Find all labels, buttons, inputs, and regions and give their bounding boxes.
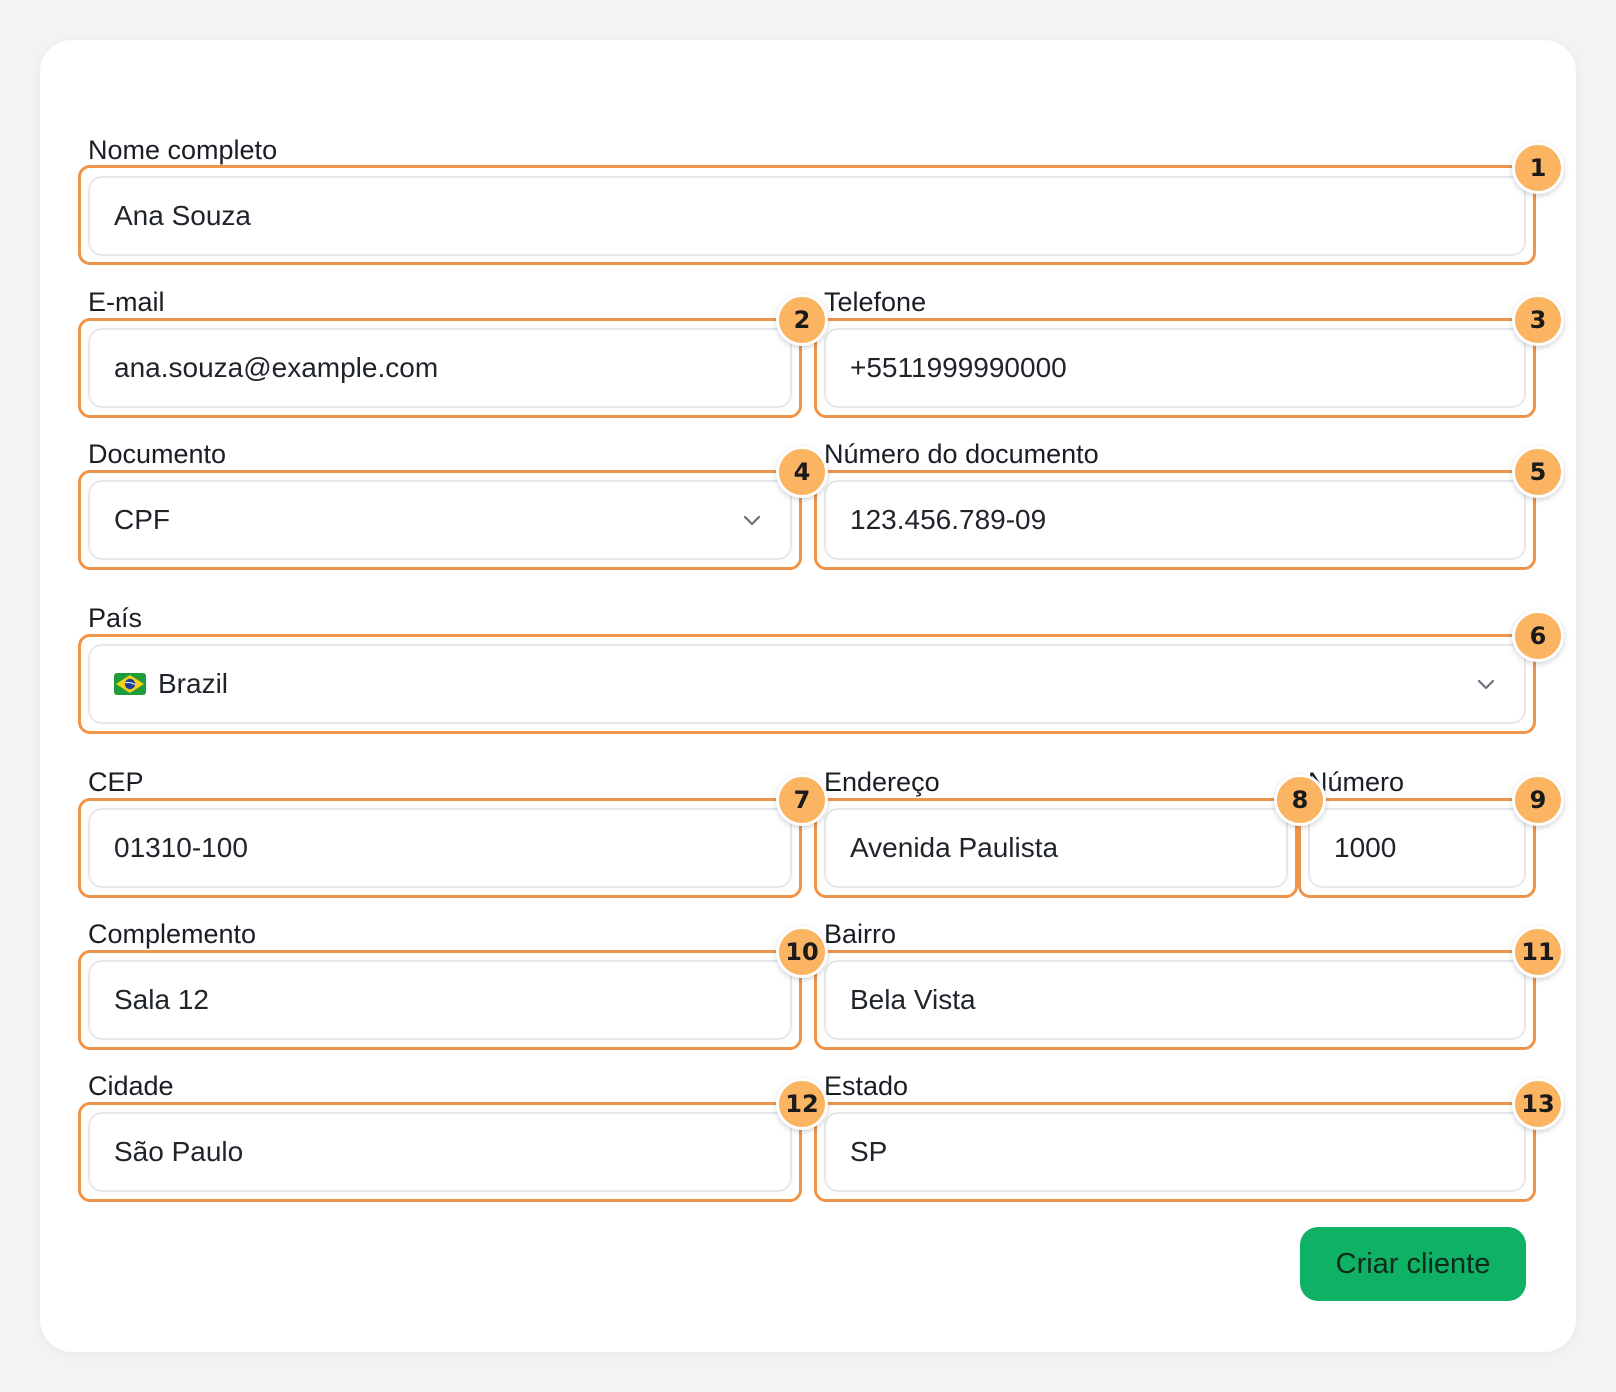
- chevron-down-icon: [1477, 679, 1495, 690]
- document-number-value: 123.456.789-09: [850, 504, 1047, 535]
- document-type-select[interactable]: CPF: [88, 480, 792, 560]
- cep-value: 01310-100: [114, 832, 248, 863]
- email-input[interactable]: ana.souza@example.com: [88, 328, 792, 408]
- document-number-label: Número do documento: [824, 439, 1099, 469]
- email-value: ana.souza@example.com: [114, 352, 439, 383]
- complement-value: Sala 12: [114, 984, 209, 1015]
- address-input[interactable]: Avenida Paulista: [824, 808, 1288, 888]
- state-label: Estado: [824, 1071, 909, 1101]
- phone-label: Telefone: [824, 287, 927, 317]
- brazil-flag-icon: [114, 673, 146, 695]
- country-label: País: [88, 603, 143, 633]
- badge-4: 4: [776, 446, 828, 498]
- city-value: São Paulo: [114, 1136, 244, 1167]
- state-input[interactable]: SP: [824, 1112, 1526, 1192]
- country-value: Brazil: [158, 668, 229, 699]
- badge-11: 11: [1512, 926, 1564, 978]
- document-type-label: Documento: [88, 439, 227, 469]
- city-input[interactable]: São Paulo: [88, 1112, 792, 1192]
- email-label: E-mail: [88, 287, 165, 317]
- number-value: 1000: [1334, 832, 1397, 863]
- cep-label: CEP: [88, 767, 144, 797]
- badge-10: 10: [776, 926, 828, 978]
- badge-7: 7: [776, 774, 828, 826]
- number-input[interactable]: 1000: [1308, 808, 1526, 888]
- neighborhood-label: Bairro: [824, 919, 897, 949]
- address-value: Avenida Paulista: [850, 832, 1059, 863]
- full-name-label: Nome completo: [88, 135, 278, 165]
- complement-label: Complemento: [88, 919, 257, 949]
- complement-input[interactable]: Sala 12: [88, 960, 792, 1040]
- badge-5: 5: [1512, 446, 1564, 498]
- phone-input[interactable]: +5511999990000: [824, 328, 1526, 408]
- neighborhood-value: Bela Vista: [850, 984, 976, 1015]
- document-number-input[interactable]: 123.456.789-09: [824, 480, 1526, 560]
- country-select[interactable]: Brazil: [88, 644, 1526, 724]
- badge-1: 1: [1512, 142, 1564, 194]
- full-name-input[interactable]: Ana Souza: [88, 176, 1526, 256]
- cep-input[interactable]: 01310-100: [88, 808, 792, 888]
- badge-8: 8: [1274, 774, 1326, 826]
- badge-9: 9: [1512, 774, 1564, 826]
- address-label: Endereço: [824, 767, 940, 797]
- full-name-value: Ana Souza: [114, 200, 251, 231]
- phone-value: +5511999990000: [850, 352, 1067, 383]
- badge-13: 13: [1512, 1078, 1564, 1130]
- create-customer-button[interactable]: Criar cliente: [1300, 1227, 1526, 1301]
- badge-2: 2: [776, 294, 828, 346]
- chevron-down-icon: [743, 515, 761, 526]
- badge-12: 12: [776, 1078, 828, 1130]
- neighborhood-input[interactable]: Bela Vista: [824, 960, 1526, 1040]
- state-value: SP: [850, 1136, 888, 1167]
- city-label: Cidade: [88, 1071, 174, 1101]
- badge-3: 3: [1512, 294, 1564, 346]
- document-type-value: CPF: [114, 504, 170, 535]
- badge-6: 6: [1512, 610, 1564, 662]
